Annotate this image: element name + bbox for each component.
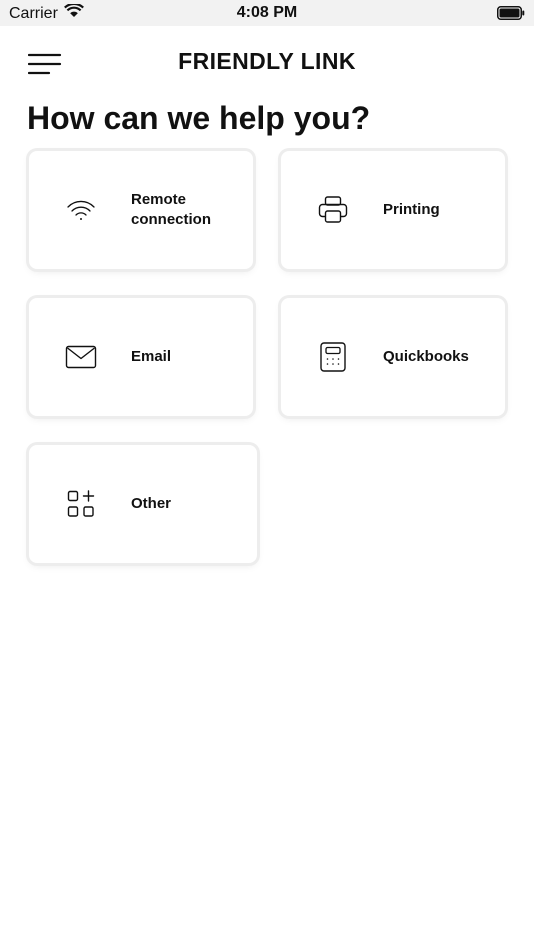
category-label-quickbooks: Quickbooks: [383, 348, 469, 365]
category-label-email: Email: [131, 348, 172, 365]
category-label-other: Other: [131, 495, 172, 512]
printer-icon: [317, 194, 349, 226]
category-grid: Remote connection Printing Email Quickbo…: [26, 148, 508, 586]
category-card-email[interactable]: Email: [29, 298, 253, 416]
category-label-remote-connection: Remote connection: [131, 191, 212, 228]
status-time: 4:08 PM: [236, 4, 298, 21]
category-card-quickbooks[interactable]: Quickbooks: [281, 298, 505, 416]
category-card-other[interactable]: Other: [29, 445, 257, 563]
page-heading: How can we help you?: [27, 100, 371, 136]
category-label-printing: Printing: [383, 201, 440, 218]
apps-plus-icon: [65, 488, 97, 520]
category-card-printing[interactable]: Printing: [281, 151, 505, 269]
app-title: FRIENDLY LINK: [178, 48, 356, 74]
battery-icon: [497, 6, 525, 20]
envelope-icon: [65, 341, 97, 373]
wifi-icon: [65, 194, 97, 226]
category-card-remote-connection[interactable]: Remote connection: [29, 151, 253, 269]
status-bar: Carrier 4:08 PM: [0, 0, 534, 26]
calculator-icon: [317, 341, 349, 373]
